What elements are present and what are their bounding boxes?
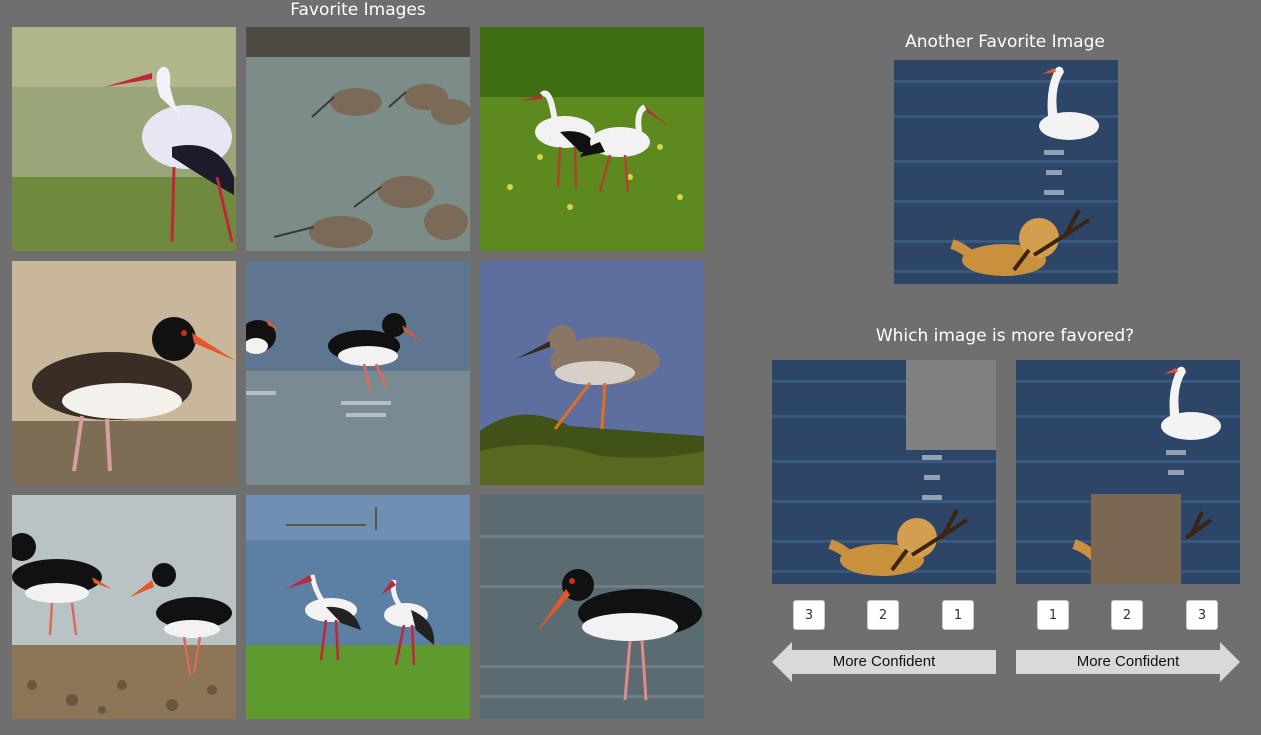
swan-and-dog-photo [894,60,1118,284]
two-storks-grass-photo [480,27,704,251]
comparison-right-image[interactable] [1016,360,1240,584]
occluder-patch [906,360,996,450]
white-stork-photo [12,27,236,251]
right-rating-3-button[interactable]: 3 [1186,600,1218,630]
redshank-rock-photo [480,261,704,485]
left-confidence-arrow: More Confident [772,642,996,682]
right-confidence-arrow: More Confident [1016,642,1240,682]
gallery-title: Favorite Images [290,0,426,20]
occluder-patch [1091,494,1181,584]
oystercatcher-water-photo [480,495,704,719]
left-rating-1-button[interactable]: 1 [942,600,974,630]
left-rating-3-button[interactable]: 3 [793,600,825,630]
another-image-title: Another Favorite Image [905,32,1105,52]
oystercatcher-shore-photo [12,261,236,485]
oystercatchers-water-photo [246,261,470,485]
comparison-question: Which image is more favored? [875,326,1135,346]
left-rating-2-button[interactable]: 2 [867,600,899,630]
godwits-wading-photo [246,27,470,251]
storks-meadow-photo [246,495,470,719]
oystercatchers-beach-photo [12,495,236,719]
comparison-left-image[interactable] [772,360,996,584]
left-arrow-label: More Confident [832,653,936,670]
right-arrow-label: More Confident [1076,653,1180,670]
right-rating-2-button[interactable]: 2 [1111,600,1143,630]
right-rating-1-button[interactable]: 1 [1037,600,1069,630]
